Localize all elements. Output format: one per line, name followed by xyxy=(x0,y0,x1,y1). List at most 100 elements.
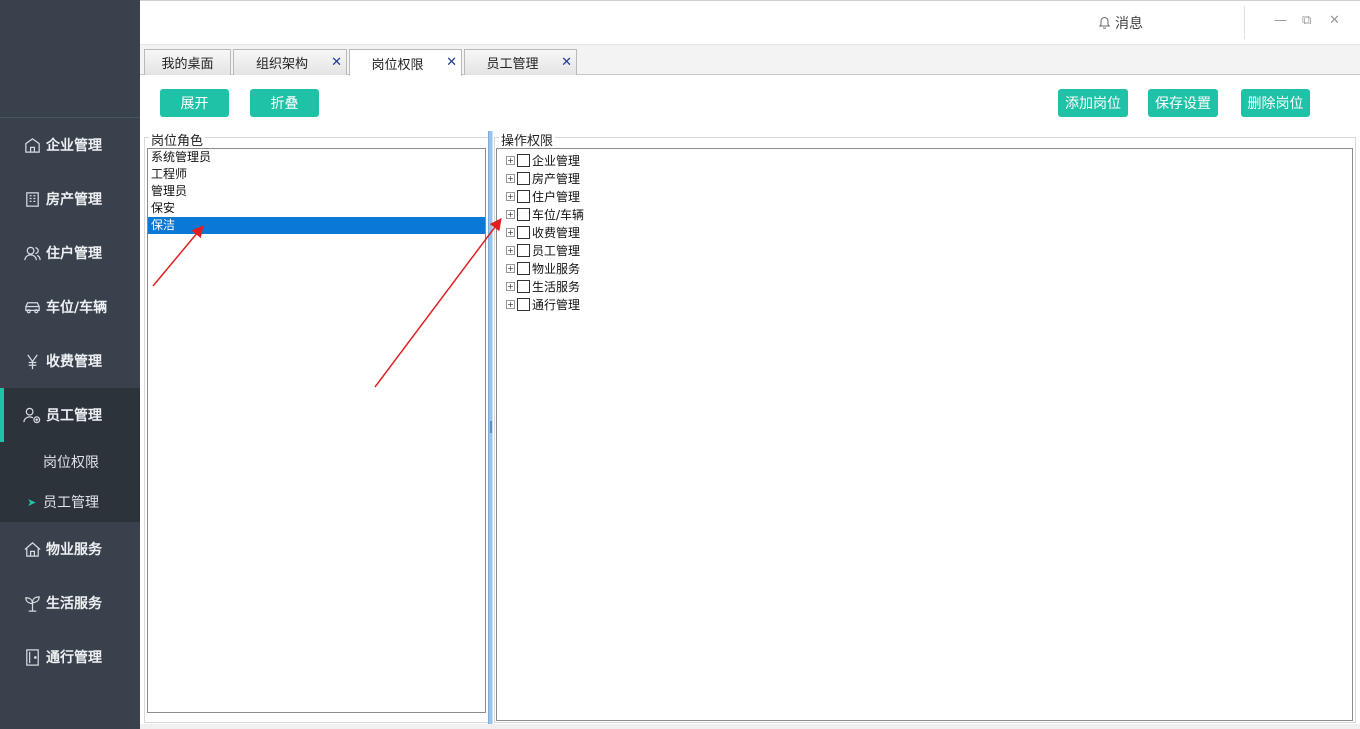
expand-plus-icon[interactable]: + xyxy=(506,263,515,273)
checkbox[interactable] xyxy=(517,189,530,203)
sidebar-item-billing[interactable]: 收费管理 xyxy=(0,334,140,388)
collapse-button[interactable]: 折叠 xyxy=(250,89,319,117)
tab-close-icon[interactable]: ✕ xyxy=(331,55,342,70)
checkbox[interactable] xyxy=(517,171,530,185)
tree-item-label: 员工管理 xyxy=(532,243,581,258)
roles-panel-title: 岗位角色 xyxy=(149,130,206,149)
checkbox[interactable] xyxy=(517,279,530,293)
sidebar-item-label: 生活服务 xyxy=(46,596,102,612)
tab-label: 员工管理 xyxy=(486,57,539,72)
expand-plus-icon[interactable]: + xyxy=(506,209,515,219)
panel-splitter[interactable] xyxy=(488,131,493,724)
sidebar-item-parking[interactable]: 车位/车辆 xyxy=(0,280,140,334)
tree-item: + 住户管理 xyxy=(497,187,1352,205)
expand-plus-icon[interactable]: + xyxy=(506,299,515,309)
sidebar-item-label: 收费管理 xyxy=(46,354,102,370)
tree-item-label: 房产管理 xyxy=(532,171,581,186)
tree-item-label: 车位/车辆 xyxy=(532,207,585,222)
checkbox[interactable] xyxy=(517,261,530,275)
sidebar-item-access[interactable]: 通行管理 xyxy=(0,630,140,684)
list-item[interactable]: 管理员 xyxy=(148,183,485,200)
splitter-grip-icon xyxy=(490,421,492,433)
list-item[interactable]: 保安 xyxy=(148,200,485,217)
tree-item-label: 生活服务 xyxy=(532,279,581,294)
sidebar-item-label: 车位/车辆 xyxy=(46,300,108,316)
sidebar-item-label: 物业服务 xyxy=(46,542,102,558)
sidebar-subitem-label: 员工管理 xyxy=(43,495,99,511)
tree-item: + 企业管理 xyxy=(497,151,1352,169)
sidebar-item-label: 通行管理 xyxy=(46,650,102,666)
tree-item: + 车位/车辆 xyxy=(497,205,1352,223)
list-item[interactable]: 系统管理员 xyxy=(148,149,485,166)
sidebar-item-label: 员工管理 xyxy=(46,408,102,424)
list-item-selected[interactable]: 保洁 xyxy=(148,217,485,234)
tree-item: + 房产管理 xyxy=(497,169,1352,187)
expand-plus-icon[interactable]: + xyxy=(506,155,515,165)
tree-item-label: 物业服务 xyxy=(532,261,581,276)
sidebar-item-enterprise[interactable]: 企业管理 xyxy=(0,118,140,172)
sidebar-item-staff[interactable]: 员工管理 xyxy=(0,388,140,442)
expand-plus-icon[interactable]: + xyxy=(506,245,515,255)
tab-label: 岗位权限 xyxy=(371,57,424,73)
plant-icon xyxy=(22,593,42,613)
checkbox[interactable] xyxy=(517,243,530,257)
tab-position-permissions[interactable]: 岗位权限 ✕ xyxy=(349,49,462,76)
sidebar-item-property-service[interactable]: 物业服务 xyxy=(0,522,140,576)
checkbox[interactable] xyxy=(517,297,530,311)
sidebar-subitem-position-permissions[interactable]: 岗位权限 xyxy=(0,442,140,482)
permissions-panel-title: 操作权限 xyxy=(499,130,556,149)
yen-icon xyxy=(22,351,42,371)
checkbox[interactable] xyxy=(517,153,530,167)
expand-button[interactable]: 展开 xyxy=(160,89,229,117)
home-icon xyxy=(22,539,42,559)
tab-label: 我的桌面 xyxy=(161,57,214,72)
messages-button[interactable]: 消息 xyxy=(1098,13,1143,33)
minimize-icon[interactable]: — xyxy=(1274,13,1287,28)
tab-organization[interactable]: 组织架构 ✕ xyxy=(233,49,347,75)
delete-position-button[interactable]: 删除岗位 xyxy=(1241,89,1310,117)
sidebar-subitem-staff-management[interactable]: ➤ 员工管理 xyxy=(0,482,140,522)
sidebar-item-label: 房产管理 xyxy=(46,192,102,208)
expand-plus-icon[interactable]: + xyxy=(506,191,515,201)
expand-plus-icon[interactable]: + xyxy=(506,281,515,291)
tab-close-icon[interactable]: ✕ xyxy=(446,55,457,70)
tree-item: + 生活服务 xyxy=(497,277,1352,295)
permissions-tree[interactable]: + 企业管理 + 房产管理 + 住户管理 + 车位/车辆 + 收费管理 + 员工管理 + 物业… xyxy=(496,148,1353,721)
tab-desktop[interactable]: 我的桌面 xyxy=(144,49,231,75)
sidebar-subitem-label: 岗位权限 xyxy=(43,455,99,471)
messages-label: 消息 xyxy=(1115,16,1143,32)
sidebar-item-label: 企业管理 xyxy=(46,138,102,154)
top-bar: 消息 — ⧉ ✕ xyxy=(140,0,1360,45)
sidebar-item-residents[interactable]: 住户管理 xyxy=(0,226,140,280)
bottom-border xyxy=(140,724,1360,729)
tab-staff-management[interactable]: 员工管理 ✕ xyxy=(464,49,577,75)
tree-item: + 通行管理 xyxy=(497,295,1352,313)
tab-close-icon[interactable]: ✕ xyxy=(561,55,572,70)
residents-icon xyxy=(22,243,42,263)
save-settings-button[interactable]: 保存设置 xyxy=(1148,89,1218,117)
staff-icon xyxy=(22,405,42,425)
sidebar-item-label: 住户管理 xyxy=(46,246,102,262)
expand-plus-icon[interactable]: + xyxy=(506,227,515,237)
restore-icon[interactable]: ⧉ xyxy=(1302,13,1311,28)
close-icon[interactable]: ✕ xyxy=(1329,13,1340,28)
bell-icon xyxy=(1098,16,1111,29)
chevron-right-icon: ➤ xyxy=(27,495,37,509)
tab-label: 组织架构 xyxy=(255,57,308,72)
sidebar-submenu-staff: 岗位权限 ➤ 员工管理 xyxy=(0,442,140,522)
tree-item-label: 住户管理 xyxy=(532,189,581,204)
expand-plus-icon[interactable]: + xyxy=(506,173,515,183)
add-position-button[interactable]: 添加岗位 xyxy=(1058,89,1128,117)
roles-list[interactable]: 系统管理员 工程师 管理员 保安 保洁 xyxy=(147,148,486,713)
checkbox[interactable] xyxy=(517,225,530,239)
sidebar: 企业管理 房产管理 住户管理 车位/车辆 收费管理 员工管理 岗位权限 ➤ 员工… xyxy=(0,0,140,729)
sidebar-item-life-service[interactable]: 生活服务 xyxy=(0,576,140,630)
list-item[interactable]: 工程师 xyxy=(148,166,485,183)
tree-item-label: 通行管理 xyxy=(532,297,581,312)
sidebar-item-property[interactable]: 房产管理 xyxy=(0,172,140,226)
sidebar-brand-area xyxy=(0,0,140,118)
tab-strip: 我的桌面 组织架构 ✕ 岗位权限 ✕ 员工管理 ✕ xyxy=(140,45,1360,76)
door-icon xyxy=(22,647,42,667)
checkbox[interactable] xyxy=(517,207,530,221)
car-icon xyxy=(22,297,42,317)
